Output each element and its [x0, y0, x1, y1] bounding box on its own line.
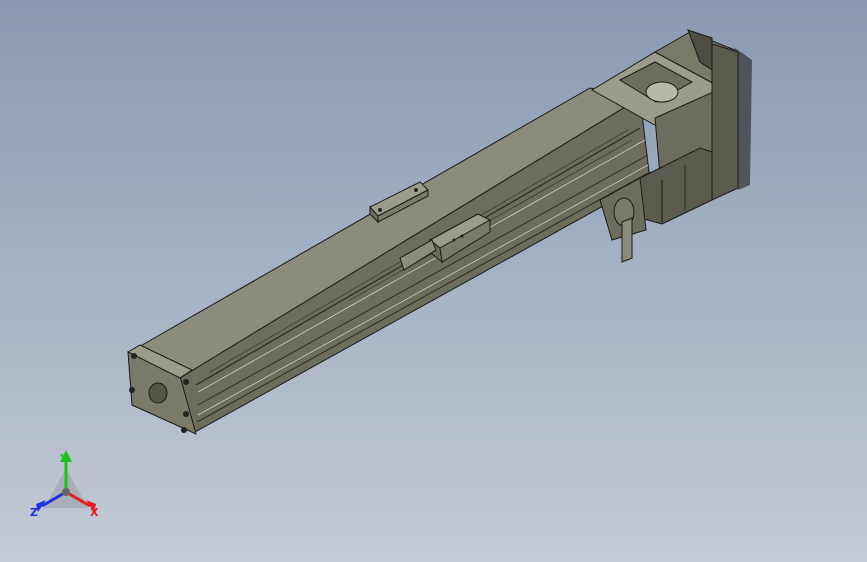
beam-top-face — [128, 87, 642, 379]
beam-front-face — [179, 97, 651, 433]
graphics-viewport[interactable]: Y X Z — [0, 0, 867, 562]
coordinate-triad: Y X Z — [30, 450, 99, 519]
z-axis-label: Z — [30, 506, 38, 519]
end-cap-bore — [148, 382, 168, 404]
linear-actuator-model[interactable] — [0, 0, 867, 562]
y-axis-label: Y — [59, 452, 69, 465]
motor-shaft — [621, 217, 633, 263]
x-axis-label: X — [90, 506, 99, 519]
